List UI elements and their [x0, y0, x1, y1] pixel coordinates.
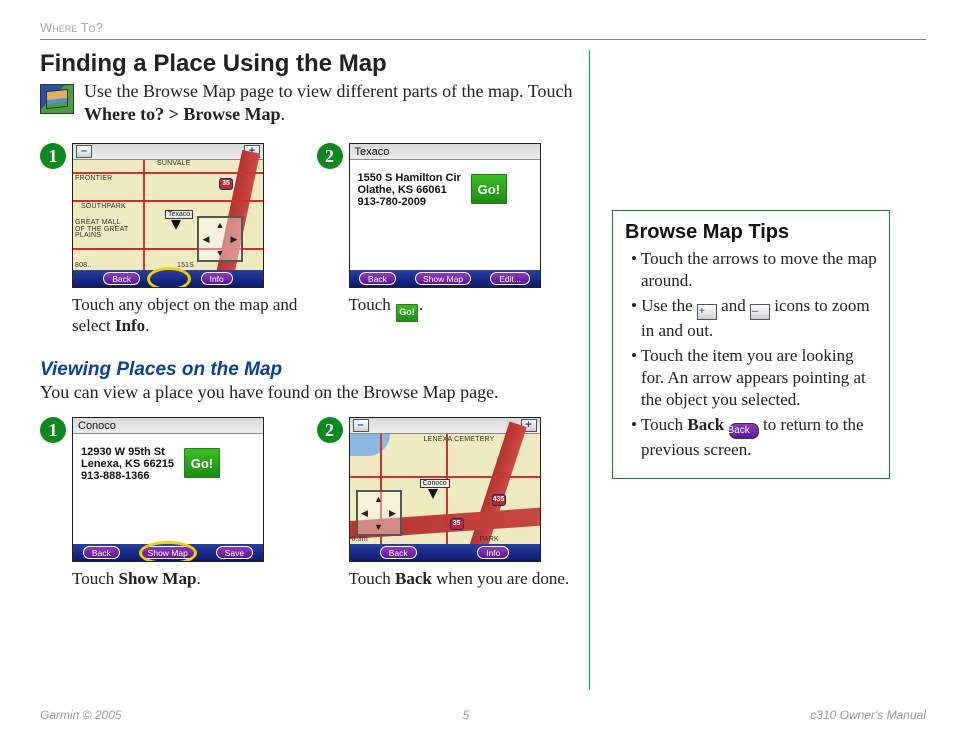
highway-shield-icon: 435: [492, 494, 506, 506]
screenshot-texaco-detail: Texaco 1550 S Hamilton Cir Olathe, KS 66…: [349, 143, 541, 288]
step-b2-caption: Touch Back when you are done.: [349, 568, 570, 589]
zoom-out-button[interactable]: –: [353, 419, 369, 432]
info-button[interactable]: Info: [477, 546, 509, 559]
step-a1-caption: Touch any object on the map and select I…: [72, 294, 299, 337]
footer-left: Garmin © 2005: [40, 708, 122, 722]
map-label: FRONTIER: [75, 175, 112, 182]
screenshot-result-map: – + LENEXA CEMETERY: [349, 417, 541, 562]
right-column: Browse Map Tips Touch the arrows to move…: [590, 50, 890, 690]
subheading-lead: You can view a place you have found on t…: [40, 381, 575, 404]
tip-item: Use the + and – icons to zoom in and out…: [631, 295, 877, 342]
back-button[interactable]: Back: [83, 546, 120, 559]
tips-list: Touch the arrows to move the map around.…: [625, 248, 877, 461]
page-title: Finding a Place Using the Map: [40, 50, 575, 78]
tip-item: Touch the item you are looking for. An a…: [631, 345, 877, 411]
intro-text: Use the Browse Map page to view differen…: [84, 80, 575, 125]
step-b1: 1 Conoco 12930 W 95th St Lenexa, KS 6621…: [40, 417, 299, 589]
map-label: PARK: [480, 536, 499, 543]
step-a1: 1 – +: [40, 143, 299, 337]
back-button[interactable]: Back: [380, 546, 417, 559]
address-block: 12930 W 95th St Lenexa, KS 66215 913-888…: [81, 446, 174, 482]
highway-shield-icon: 35: [450, 518, 464, 530]
poi-label[interactable]: Texaco: [165, 210, 193, 219]
highway-shield-icon: 35: [219, 178, 233, 190]
map-canvas[interactable]: LENEXA CEMETERY Conoco 35 435 0.3m PARK …: [350, 434, 540, 544]
map-label: SUNVALE: [157, 160, 191, 167]
step-b2: 2 – +: [317, 417, 576, 589]
tips-box: Browse Map Tips Touch the arrows to move…: [612, 210, 890, 479]
steps-finding: 1 – +: [40, 143, 575, 337]
intro: Use the Browse Map page to view differen…: [40, 80, 575, 125]
pan-arrows[interactable]: ▲ ◀▶ ▼: [197, 216, 243, 262]
show-map-button[interactable]: Show Map: [415, 272, 471, 285]
two-column-layout: Finding a Place Using the Map Use the Br…: [40, 50, 926, 690]
intro-text-bold: Where to? > Browse Map: [84, 104, 281, 124]
steps-viewing: 1 Conoco 12930 W 95th St Lenexa, KS 6621…: [40, 417, 575, 589]
screenshot-browse-map: – + SUNVALE FRONTIER: [72, 143, 264, 288]
highlight-ring-icon: [139, 541, 197, 562]
page-footer: Garmin © 2005 5 c310 Owner's Manual: [40, 708, 926, 722]
poi-label[interactable]: Conoco: [420, 479, 450, 488]
info-button[interactable]: Info: [201, 272, 233, 285]
plus-icon: +: [697, 304, 717, 320]
map-label: LENEXA CEMETERY: [424, 436, 495, 443]
tip-item: Touch Back Back to return to the previou…: [631, 414, 877, 461]
map-scale: 0.3m: [352, 536, 368, 543]
step-a2: 2 Texaco 1550 S Hamilton Cir Olathe, KS …: [317, 143, 576, 337]
edit-button[interactable]: Edit...: [490, 272, 530, 285]
go-button[interactable]: Go!: [182, 446, 222, 480]
map-label: GREAT MALL OF THE GREAT PLAINS: [75, 220, 131, 240]
back-button-inline-icon: Back: [729, 423, 759, 439]
go-button-inline-icon: Go!: [395, 303, 419, 323]
bullet-1-icon: 1: [40, 417, 66, 443]
footer-center: 5: [463, 708, 470, 722]
manual-page: Where To? Finding a Place Using the Map …: [0, 0, 954, 738]
tip-item: Touch the arrows to move the map around.: [631, 248, 877, 292]
footer-right: c310 Owner's Manual: [810, 708, 926, 722]
bullet-2-icon: 2: [317, 417, 343, 443]
go-button[interactable]: Go!: [469, 172, 509, 206]
selection-arrow-icon: [171, 220, 181, 230]
bullet-1-icon: 1: [40, 143, 66, 169]
highlight-ring-icon: [147, 267, 191, 288]
detail-title: Texaco: [353, 146, 390, 158]
left-column: Finding a Place Using the Map Use the Br…: [40, 50, 590, 690]
map-scale: 808..: [75, 262, 92, 269]
save-button[interactable]: Save: [216, 546, 253, 559]
zoom-out-button[interactable]: –: [76, 145, 92, 158]
browse-map-icon: [40, 84, 74, 114]
back-button[interactable]: Back: [103, 272, 140, 285]
map-canvas[interactable]: SUNVALE FRONTIER SOUTHPARK GREAT MALL OF…: [73, 160, 263, 270]
back-button[interactable]: Back: [359, 272, 396, 285]
map-label: SOUTHPARK: [81, 203, 126, 210]
step-a2-caption: Touch Go!.: [349, 294, 541, 323]
intro-text-a: Use the Browse Map page to view differen…: [84, 81, 572, 101]
minus-icon: –: [750, 304, 770, 320]
screenshot-conoco-detail: Conoco 12930 W 95th St Lenexa, KS 66215 …: [72, 417, 264, 562]
bullet-2-icon: 2: [317, 143, 343, 169]
selection-arrow-icon: [428, 489, 438, 499]
intro-text-b: .: [281, 104, 286, 124]
address-block: 1550 S Hamilton Cir Olathe, KS 66061 913…: [358, 172, 461, 208]
detail-title: Conoco: [76, 420, 116, 432]
step-b1-caption: Touch Show Map.: [72, 568, 264, 589]
tips-title: Browse Map Tips: [625, 221, 877, 244]
breadcrumb: Where To?: [40, 20, 926, 40]
pan-arrows[interactable]: ▲ ◀▶ ▼: [356, 490, 402, 536]
subheading-viewing: Viewing Places on the Map: [40, 359, 575, 381]
